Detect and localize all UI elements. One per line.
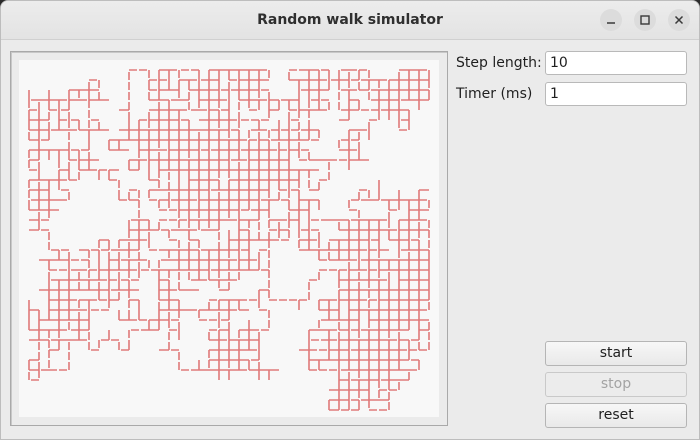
step-length-label: Step length: xyxy=(456,55,542,71)
start-button[interactable]: start xyxy=(545,341,687,366)
reset-button[interactable]: reset xyxy=(545,403,687,428)
walk-path xyxy=(28,69,430,411)
random-walk-trace xyxy=(28,69,430,411)
maximize-icon xyxy=(640,15,650,25)
minimize-button[interactable] xyxy=(600,9,622,31)
close-icon xyxy=(674,15,684,25)
title-bar[interactable]: Random walk simulator xyxy=(1,1,699,40)
maximize-button[interactable] xyxy=(634,9,656,31)
app-window: Random walk simulator Step length: Timer… xyxy=(0,0,700,440)
stop-button[interactable]: stop xyxy=(545,372,687,397)
walk-canvas[interactable] xyxy=(19,60,439,417)
window-title: Random walk simulator xyxy=(257,12,443,28)
minimize-icon xyxy=(607,22,615,24)
timer-input[interactable] xyxy=(545,82,687,106)
timer-label: Timer (ms) xyxy=(456,86,533,102)
step-length-input[interactable] xyxy=(545,51,687,75)
close-button[interactable] xyxy=(668,9,690,31)
